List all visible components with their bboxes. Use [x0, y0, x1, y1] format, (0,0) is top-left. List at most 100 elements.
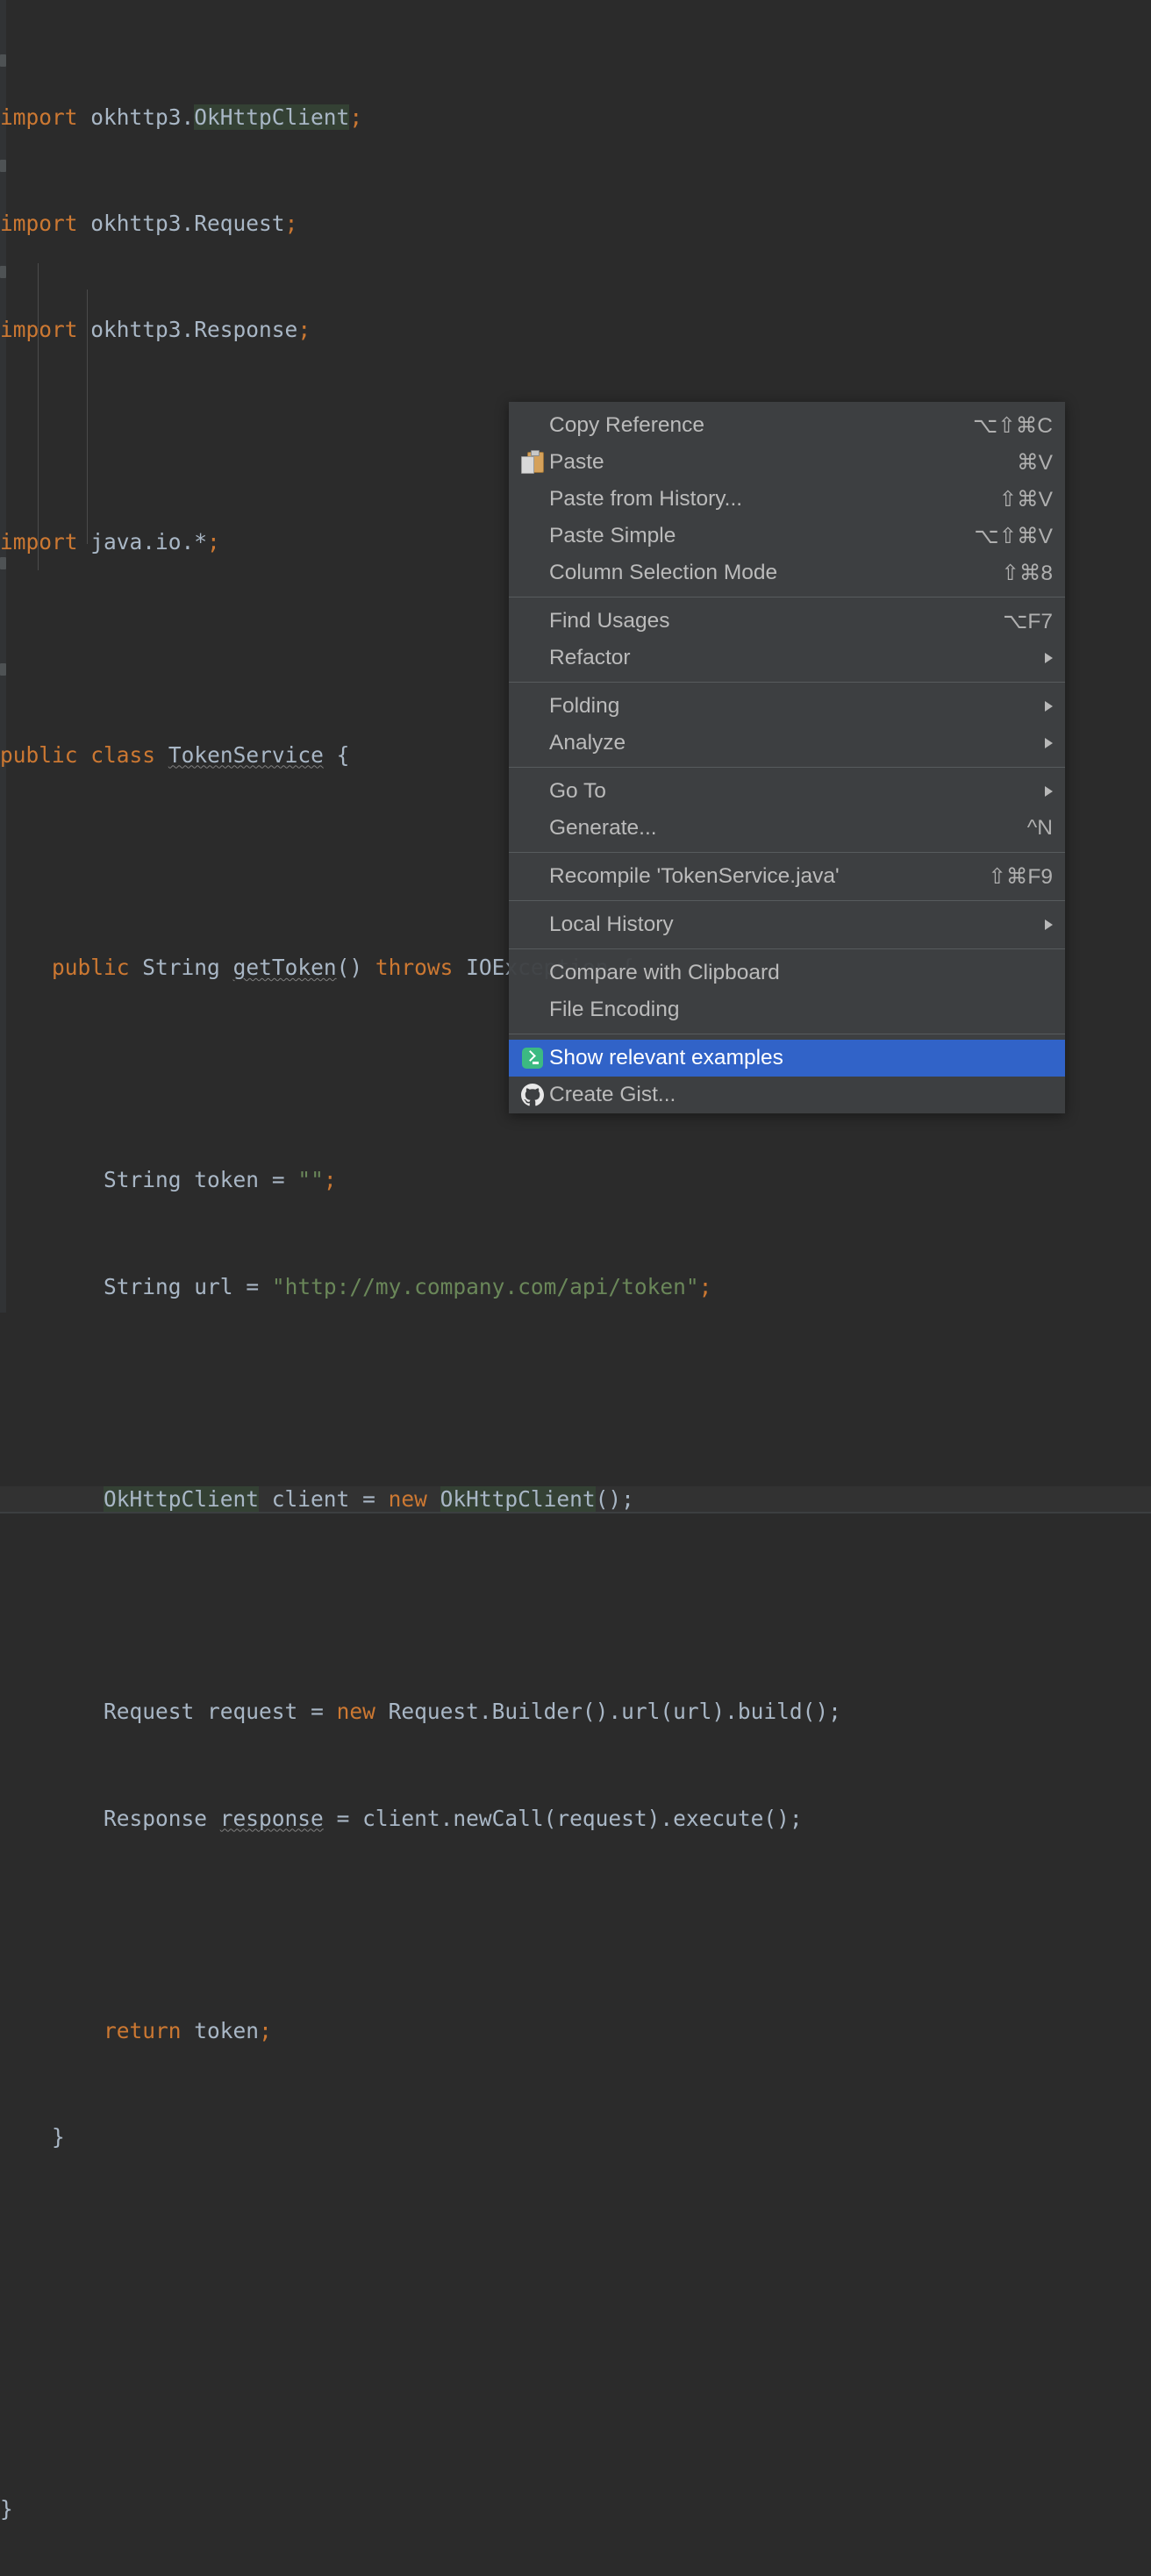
package-java-io: java.io.* — [90, 529, 208, 555]
chevron-right-icon — [1045, 919, 1053, 930]
menu-item-local-history[interactable]: Local History — [509, 906, 1065, 943]
menu-item-label: Column Selection Mode — [549, 561, 778, 584]
code-line-blank[interactable] — [0, 1912, 1151, 1938]
menu-separator — [509, 767, 1065, 768]
menu-item-label: Go To — [549, 779, 606, 803]
menu-item-icon-placeholder — [519, 486, 546, 512]
code-line[interactable]: import okhttp3.Response; — [0, 317, 1151, 343]
keyword-new: new — [388, 1486, 427, 1513]
chevron-right-icon — [1045, 786, 1053, 797]
code-content[interactable]: import okhttp3.OkHttpClient; import okht… — [0, 0, 1151, 2576]
code-line[interactable]: } — [0, 2496, 1151, 2522]
code-line-current[interactable]: OkHttpClient client = new OkHttpClient()… — [0, 1486, 1151, 1513]
menu-item-label: Create Gist... — [549, 1083, 676, 1106]
menu-item-label: Local History — [549, 912, 674, 936]
class-tokenservice: TokenService — [168, 741, 324, 768]
code-line[interactable]: Request request = new Request.Builder().… — [0, 1699, 1151, 1725]
menu-item-generate[interactable]: Generate... ^N — [509, 810, 1065, 847]
menu-item-copy-reference[interactable]: Copy Reference ⌥⇧⌘C — [509, 407, 1065, 444]
menu-item-paste[interactable]: Paste ⌘V — [509, 444, 1065, 481]
code-line-blank[interactable] — [0, 2390, 1151, 2416]
menu-separator — [509, 900, 1065, 901]
menu-item-file-encoding[interactable]: File Encoding — [509, 991, 1065, 1028]
menu-item-shortcut: ⌥⇧⌘C — [973, 414, 1053, 438]
github-icon — [519, 1082, 546, 1108]
keyword-import: import — [0, 104, 78, 130]
class-request: Request — [194, 210, 285, 236]
menu-item-icon-placeholder — [519, 863, 546, 890]
menu-item-shortcut: ⇧⌘F9 — [988, 865, 1053, 889]
menu-item-go-to[interactable]: Go To — [509, 773, 1065, 810]
class-response: Response — [104, 1805, 208, 1831]
var-request: request — [207, 1699, 298, 1725]
menu-item-icon-placeholder — [519, 412, 546, 439]
menu-item-shortcut: ⇧⌘V — [998, 488, 1053, 512]
code-line[interactable]: } — [0, 2124, 1151, 2150]
menu-item-label: Paste Simple — [549, 524, 676, 547]
menu-item-icon-placeholder — [519, 523, 546, 549]
keyword-public: public — [0, 741, 78, 768]
menu-item-shortcut: ⌥F7 — [1003, 610, 1053, 633]
keyword-throws: throws — [375, 955, 454, 981]
menu-item-label: Compare with Clipboard — [549, 961, 780, 984]
menu-item-icon-placeholder — [519, 645, 546, 671]
code-line[interactable]: String url = "http://my.company.com/api/… — [0, 1274, 1151, 1300]
code-line[interactable]: import okhttp3.OkHttpClient; — [0, 104, 1151, 131]
chevron-right-icon — [1045, 653, 1053, 663]
menu-item-icon-placeholder — [519, 730, 546, 756]
menu-item-icon-placeholder — [519, 997, 546, 1023]
code-line[interactable]: Response response = client.newCall(reque… — [0, 1806, 1151, 1832]
class-response: Response — [194, 316, 298, 342]
menu-item-shortcut: ⌘V — [1017, 451, 1053, 475]
menu-item-label: Generate... — [549, 816, 657, 840]
var-url: url — [194, 1273, 233, 1299]
menu-item-show-relevant-examples[interactable]: Show relevant examples — [509, 1040, 1065, 1077]
type-string: String — [104, 1167, 182, 1193]
code-line-blank[interactable] — [0, 2230, 1151, 2257]
code-line-blank[interactable] — [0, 1380, 1151, 1406]
menu-item-label: File Encoding — [549, 998, 680, 1021]
menu-item-icon-placeholder — [519, 960, 546, 986]
menu-separator — [509, 852, 1065, 853]
code-line[interactable]: return token; — [0, 2018, 1151, 2044]
menu-item-label: Paste — [549, 450, 604, 474]
menu-item-icon-placeholder — [519, 815, 546, 841]
method-gettoken: getToken — [232, 955, 337, 981]
class-okhttpclient: OkHttpClient — [194, 104, 350, 130]
menu-item-compare-with-clipboard[interactable]: Compare with Clipboard — [509, 955, 1065, 991]
menu-item-recompile[interactable]: Recompile 'TokenService.java' ⇧⌘F9 — [509, 858, 1065, 895]
menu-item-folding[interactable]: Folding — [509, 688, 1065, 725]
menu-separator — [509, 682, 1065, 683]
menu-item-column-selection-mode[interactable]: Column Selection Mode ⇧⌘8 — [509, 555, 1065, 591]
menu-item-icon-placeholder — [519, 608, 546, 634]
package-okhttp3: okhttp3. — [90, 210, 195, 236]
code-line[interactable]: String token = ""; — [0, 1167, 1151, 1193]
menu-item-label: Find Usages — [549, 609, 670, 633]
code-line-blank[interactable] — [0, 2310, 1151, 2336]
menu-item-refactor[interactable]: Refactor — [509, 640, 1065, 676]
code-line-blank[interactable] — [0, 1592, 1151, 1619]
menu-item-analyze[interactable]: Analyze — [509, 725, 1065, 762]
keyword-class: class — [90, 741, 156, 768]
menu-item-icon-placeholder — [519, 912, 546, 938]
menu-item-icon-placeholder — [519, 778, 546, 805]
menu-item-label: Refactor — [549, 646, 631, 669]
keyword-return: return — [104, 2017, 182, 2043]
code-line[interactable]: import okhttp3.Request; — [0, 211, 1151, 237]
menu-item-label: Recompile 'TokenService.java' — [549, 864, 840, 888]
class-okhttpclient: OkHttpClient — [104, 1486, 260, 1513]
menu-item-shortcut: ⌥⇧⌘V — [974, 525, 1053, 548]
keyword-public: public — [52, 955, 130, 981]
class-okhttpclient: OkHttpClient — [440, 1486, 596, 1513]
menu-item-shortcut: ⇧⌘8 — [1001, 562, 1053, 585]
menu-item-shortcut: ^N — [1026, 816, 1053, 840]
menu-item-paste-from-history[interactable]: Paste from History... ⇧⌘V — [509, 481, 1065, 518]
menu-item-label: Paste from History... — [549, 487, 743, 511]
menu-item-create-gist[interactable]: Create Gist... — [509, 1077, 1065, 1113]
editor-context-menu[interactable]: Copy Reference ⌥⇧⌘C Paste ⌘V Paste from Hist… — [509, 402, 1065, 1113]
menu-item-label: Analyze — [549, 731, 626, 755]
menu-item-paste-simple[interactable]: Paste Simple ⌥⇧⌘V — [509, 518, 1065, 555]
menu-item-find-usages[interactable]: Find Usages ⌥F7 — [509, 603, 1065, 640]
string-url: "http://my.company.com/api/token" — [271, 1273, 699, 1299]
package-okhttp3: okhttp3. — [90, 104, 195, 130]
